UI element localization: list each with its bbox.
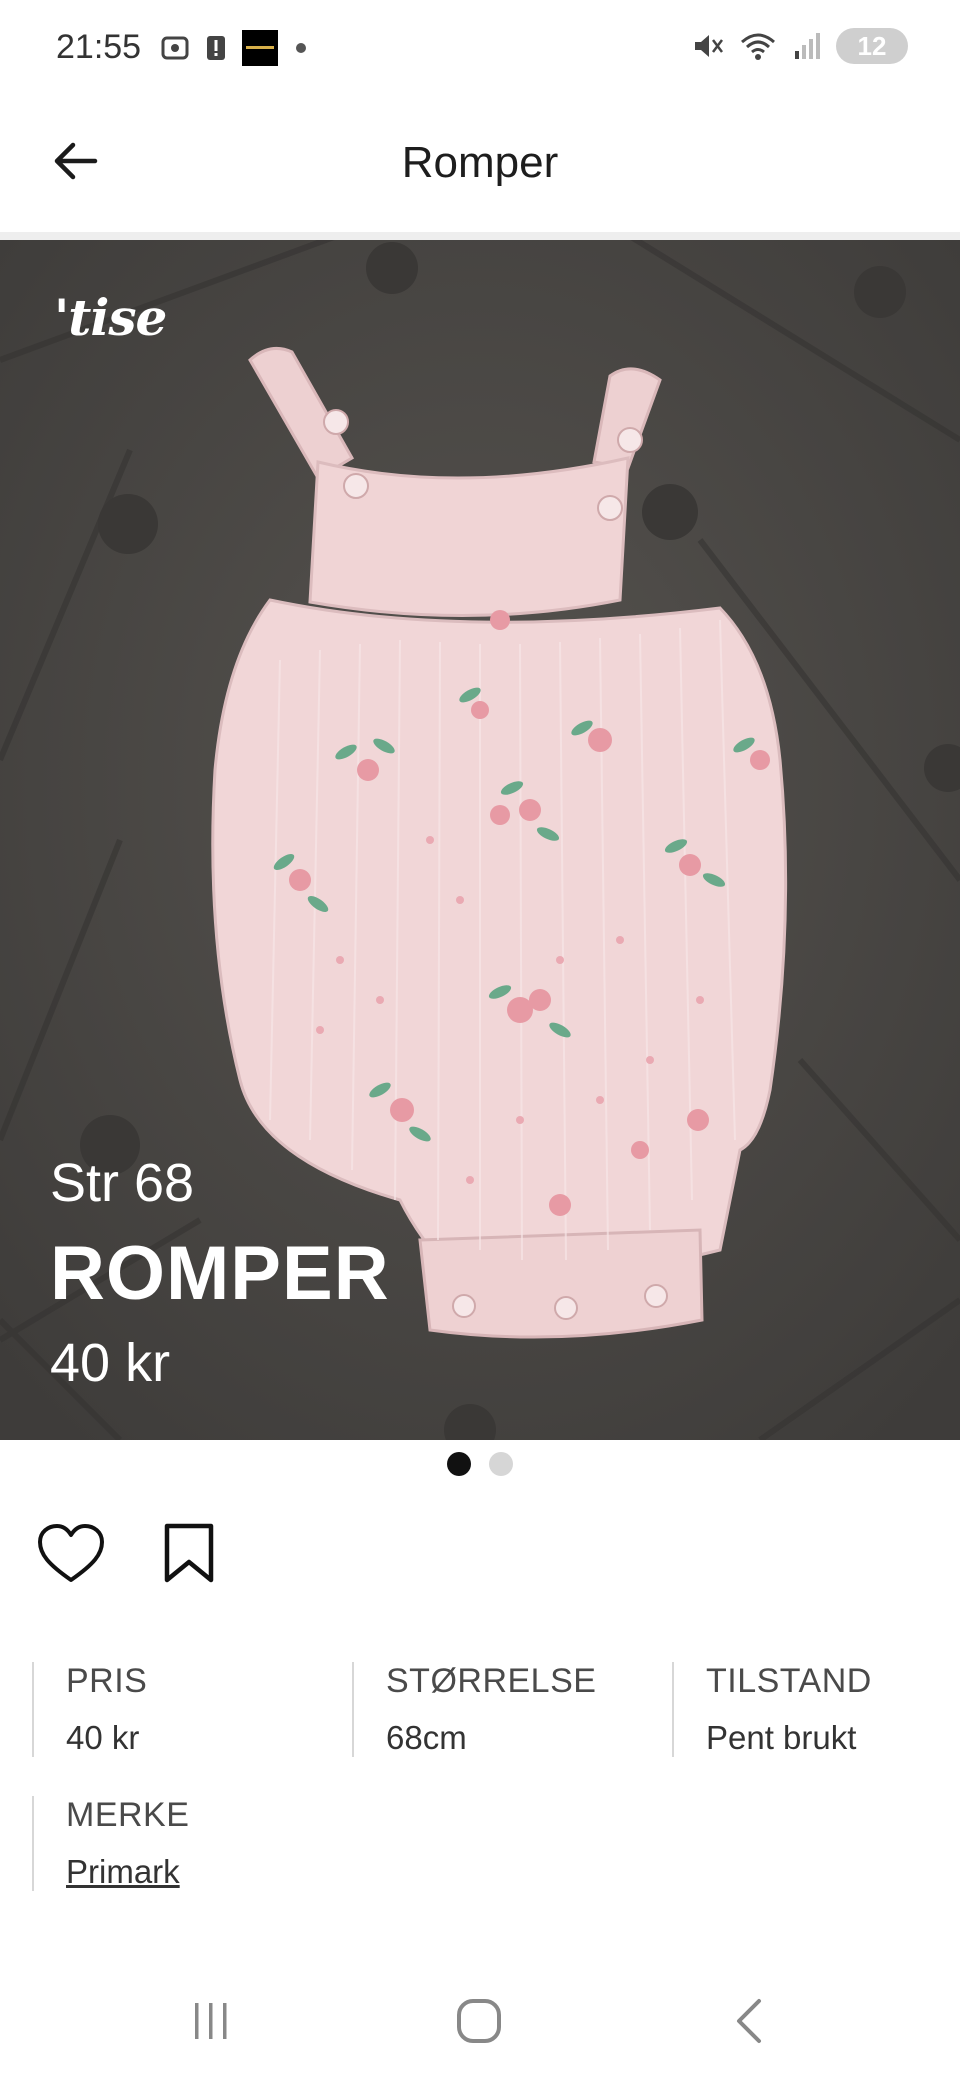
image-pager bbox=[0, 1452, 960, 1476]
dot-icon bbox=[294, 41, 308, 55]
home-button[interactable] bbox=[434, 1988, 524, 2058]
detail-price: PRIS 40 kr bbox=[32, 1662, 346, 1757]
tise-logo: 'tise bbox=[54, 288, 167, 347]
system-nav-bar bbox=[0, 1970, 960, 2070]
battery-badge: 12 bbox=[836, 28, 908, 64]
system-back-button[interactable] bbox=[704, 1988, 794, 2058]
mute-icon bbox=[692, 31, 724, 61]
brand-link[interactable]: Primark bbox=[66, 1853, 346, 1891]
detail-brand: MERKE Primark bbox=[32, 1796, 346, 1891]
app-thumbnail-icon bbox=[242, 30, 278, 66]
status-icons-left bbox=[160, 30, 308, 66]
overlay-name: ROMPER bbox=[50, 1231, 390, 1316]
status-bar: 21:55 12 bbox=[0, 0, 960, 100]
detail-label: STØRRELSE bbox=[386, 1662, 597, 1700]
pager-dot[interactable] bbox=[489, 1452, 513, 1476]
detail-size: STØRRELSE 68cm bbox=[352, 1662, 666, 1757]
detail-label: MERKE bbox=[66, 1796, 190, 1834]
detail-value: 40 kr bbox=[66, 1719, 140, 1756]
alert-icon bbox=[206, 33, 226, 63]
action-row bbox=[34, 1518, 226, 1592]
bookmark-icon bbox=[161, 1520, 217, 1591]
back-icon bbox=[729, 1997, 769, 2050]
product-image[interactable]: 'tise Str 68 ROMPER 40 kr bbox=[0, 240, 960, 1440]
recent-apps-icon bbox=[189, 1999, 233, 2048]
detail-label: TILSTAND bbox=[706, 1662, 872, 1700]
status-time: 21:55 bbox=[56, 28, 142, 66]
home-icon bbox=[455, 1997, 503, 2050]
overlay-size: Str 68 bbox=[50, 1153, 195, 1213]
status-icons-right: 12 bbox=[692, 28, 908, 64]
signal-icon bbox=[792, 31, 822, 61]
page-title: Romper bbox=[401, 138, 559, 187]
screenshot-icon bbox=[160, 33, 190, 63]
overlay-price: 40 kr bbox=[50, 1333, 171, 1393]
pager-dot-active[interactable] bbox=[447, 1452, 471, 1476]
like-button[interactable] bbox=[34, 1518, 108, 1592]
detail-label: PRIS bbox=[66, 1662, 148, 1700]
heart-icon bbox=[36, 1522, 106, 1589]
header-divider bbox=[0, 232, 960, 240]
detail-value: Pent brukt bbox=[706, 1719, 857, 1756]
save-button[interactable] bbox=[152, 1518, 226, 1592]
detail-condition: TILSTAND Pent brukt bbox=[672, 1662, 956, 1757]
recent-apps-button[interactable] bbox=[166, 1988, 256, 2058]
detail-value: 68cm bbox=[386, 1719, 467, 1756]
wifi-icon bbox=[738, 30, 778, 62]
top-bar: Romper bbox=[0, 100, 960, 232]
